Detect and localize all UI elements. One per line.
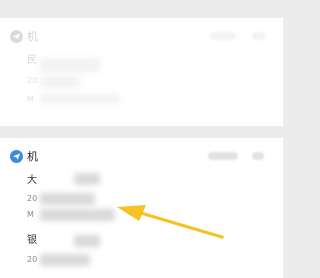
paper-plane-icon [10, 150, 23, 163]
card-detail-line: 银 [27, 235, 37, 246]
card-detail-line: 大 [27, 175, 37, 186]
card-date-line: 20 [27, 194, 38, 203]
card-meta-line: M [27, 210, 34, 219]
card-detail-line: 民 [27, 55, 37, 66]
redacted-block [40, 209, 115, 221]
redacted-block [74, 173, 100, 185]
redacted-block [40, 193, 95, 205]
redacted-block [40, 94, 120, 104]
card-date-line: 20 [27, 76, 38, 85]
paper-plane-icon [10, 30, 23, 43]
card-date-line: 20 [27, 255, 38, 264]
redacted-block [40, 58, 100, 72]
status-placeholder [208, 152, 238, 160]
status-placeholder [210, 32, 236, 40]
card-title: 机 [27, 30, 38, 43]
redacted-block [40, 254, 90, 266]
redacted-block [40, 76, 80, 88]
status-placeholder [252, 32, 266, 40]
status-placeholder [252, 152, 264, 160]
redacted-block [74, 235, 100, 247]
flight-card-2[interactable]: 机 大 20 M 银 20 [0, 138, 283, 278]
card-meta-line: M [27, 95, 34, 104]
card-title: 机 [27, 150, 38, 163]
flight-card-1[interactable]: 机 民 20 M [0, 18, 283, 126]
